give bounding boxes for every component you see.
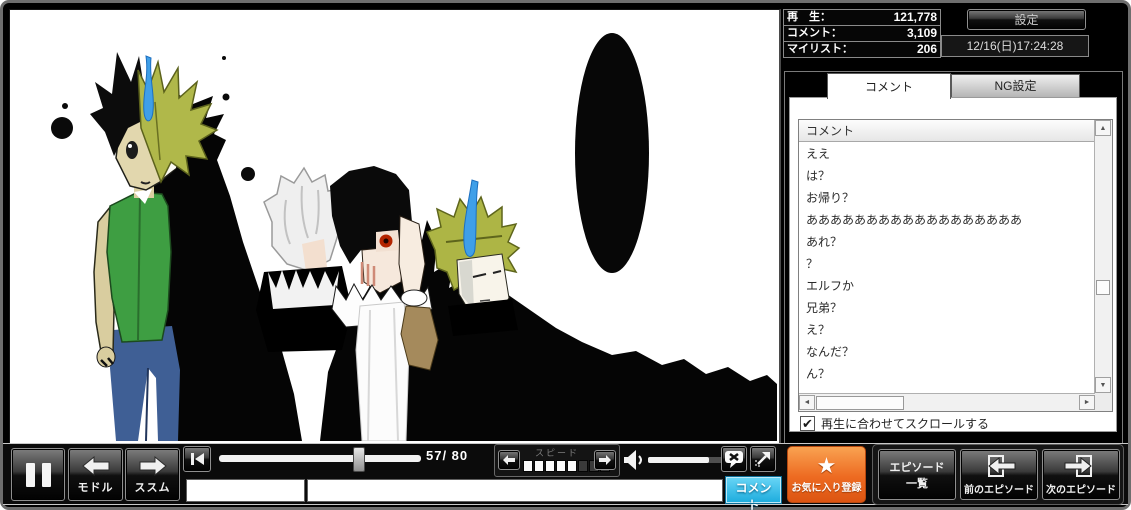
comment-listview: コメント ええは？お帰り？あああああああああああああああああああれ？？エルフか兄…	[798, 119, 1113, 412]
comment-panel: コメント ええは？お帰り？あああああああああああああああああああれ？？エルフか兄…	[789, 97, 1117, 432]
datetime-display: 12/16(日)17:24:28	[941, 35, 1089, 57]
comments-value: 3,109	[842, 26, 937, 41]
autoscroll-row: ✔ 再生に合わせてスクロールする	[800, 415, 989, 432]
next-episode-label: 次のエピソード	[1046, 481, 1116, 496]
stats-table: 再 生： 121,778 コメント： 3,109 マイリスト： 206	[783, 9, 941, 58]
skip-start-icon	[189, 452, 205, 466]
mylist-value: 206	[853, 42, 937, 57]
settings-button[interactable]: 設定	[967, 9, 1086, 30]
mylist-label: マイリスト：	[787, 42, 853, 57]
episode-list-button[interactable]: エピソード 一覧	[878, 449, 956, 500]
forward-label: ススム	[135, 479, 171, 495]
comment-row[interactable]: あれ？	[799, 231, 1095, 253]
scroll-down-icon[interactable]: ▼	[1095, 377, 1111, 393]
speed-segment	[523, 460, 533, 472]
horizontal-scroll-thumb[interactable]	[816, 396, 904, 410]
comment-submit-button[interactable]: コメント	[726, 477, 781, 503]
comment-row[interactable]: なんだ？	[799, 341, 1095, 363]
vertical-scrollbar[interactable]: ▲ ▼	[1094, 120, 1112, 393]
comments-label: コメント：	[787, 26, 842, 41]
tab-ng-settings[interactable]: NG設定	[951, 74, 1080, 98]
seek-track[interactable]	[219, 455, 421, 462]
scrollbar-corner	[1095, 393, 1112, 411]
char2-face	[302, 239, 327, 272]
speed-down-button[interactable]	[498, 450, 520, 470]
stat-row-mylist: マイリスト： 206	[784, 42, 940, 57]
skip-to-start-button[interactable]	[183, 446, 211, 472]
speed-up-icon	[598, 454, 612, 466]
fullscreen-button[interactable]	[750, 446, 776, 472]
comment-row[interactable]: え？	[799, 319, 1095, 341]
comment-row[interactable]: ん？	[799, 363, 1095, 385]
comment-row[interactable]: エルフか	[799, 275, 1095, 297]
vertical-scroll-thumb[interactable]	[1096, 280, 1110, 295]
forward-button[interactable]: ススム	[125, 448, 180, 501]
comment-row[interactable]: ？	[799, 253, 1095, 275]
char1-eye	[126, 141, 138, 159]
comment-input[interactable]	[307, 479, 723, 502]
stat-row-comments: コメント： 3,109	[784, 26, 940, 42]
next-episode-button[interactable]: 次のエピソード	[1042, 449, 1120, 500]
prev-episode-label: 前のエピソード	[964, 481, 1034, 496]
autoscroll-label: 再生に合わせてスクロールする	[821, 415, 989, 432]
ink-dot	[222, 56, 226, 60]
speed-down-icon	[502, 454, 516, 466]
ink-dot	[51, 117, 73, 139]
speaker-icon	[623, 449, 645, 471]
fullscreen-icon	[753, 449, 773, 469]
speed-segment	[578, 460, 588, 472]
player-window: 再 生： 121,778 コメント： 3,109 マイリスト： 206 設定 1…	[0, 0, 1131, 510]
comment-row[interactable]: ええ	[799, 143, 1095, 165]
speed-control: スピード	[494, 444, 620, 477]
back-button[interactable]: モドル	[68, 448, 123, 501]
comment-toggle-button[interactable]	[721, 446, 747, 472]
comment-row[interactable]: 兄弟？	[799, 297, 1095, 319]
autoscroll-checkbox[interactable]: ✔	[800, 416, 815, 431]
comment-rows: ええは？お帰り？あああああああああああああああああああれ？？エルフか兄弟？え？な…	[799, 143, 1095, 393]
seek-thumb[interactable]	[353, 447, 365, 472]
prev-episode-button[interactable]: 前のエピソード	[960, 449, 1038, 500]
horizontal-scrollbar[interactable]: ◄ ►	[799, 393, 1095, 411]
speed-segment	[534, 460, 544, 472]
episode-list-label-2: 一覧	[906, 475, 928, 491]
next-episode-icon	[1063, 454, 1099, 480]
command-input[interactable]	[186, 479, 305, 502]
star-icon: ★	[817, 455, 837, 477]
volume-button[interactable]	[623, 449, 645, 476]
ink-dot	[62, 103, 68, 109]
comment-list-header: コメント	[799, 120, 1095, 142]
stat-row-views: 再 生： 121,778	[784, 10, 940, 26]
page-counter: 57/ 80	[426, 448, 492, 463]
back-label: モドル	[78, 479, 114, 495]
scroll-right-icon[interactable]: ►	[1079, 395, 1095, 410]
scroll-left-icon[interactable]: ◄	[799, 395, 815, 410]
ink-dot	[241, 167, 255, 181]
pause-icon	[26, 463, 51, 487]
comment-toggle-icon	[724, 449, 744, 469]
char3-robe	[356, 302, 409, 441]
comment-row[interactable]: は？	[799, 165, 1095, 187]
episode-list-label-1: エピソード	[890, 459, 945, 475]
pause-button[interactable]	[11, 448, 65, 501]
volume-fill	[648, 457, 709, 463]
video-frame-illustration	[10, 10, 777, 441]
scroll-up-icon[interactable]: ▲	[1095, 120, 1111, 136]
tab-comment[interactable]: コメント	[827, 73, 951, 99]
speed-segment	[567, 460, 577, 472]
views-value: 121,778	[831, 10, 937, 25]
comment-row[interactable]: ああああああああああああああああああ	[799, 209, 1095, 231]
prev-episode-icon	[981, 454, 1017, 480]
speed-segment	[556, 460, 566, 472]
views-label: 再 生：	[787, 10, 831, 25]
comment-row[interactable]: お帰り？	[799, 187, 1095, 209]
speed-up-button[interactable]	[594, 450, 616, 470]
video-area[interactable]	[9, 9, 781, 444]
back-arrow-icon	[80, 454, 112, 478]
speed-segment	[545, 460, 555, 472]
black-ellipse	[575, 33, 649, 273]
forward-arrow-icon	[137, 454, 169, 478]
favorite-label: お気に入り登録	[792, 479, 862, 494]
ink-dot	[223, 94, 230, 101]
favorite-button[interactable]: ★ お気に入り登録	[787, 446, 866, 503]
